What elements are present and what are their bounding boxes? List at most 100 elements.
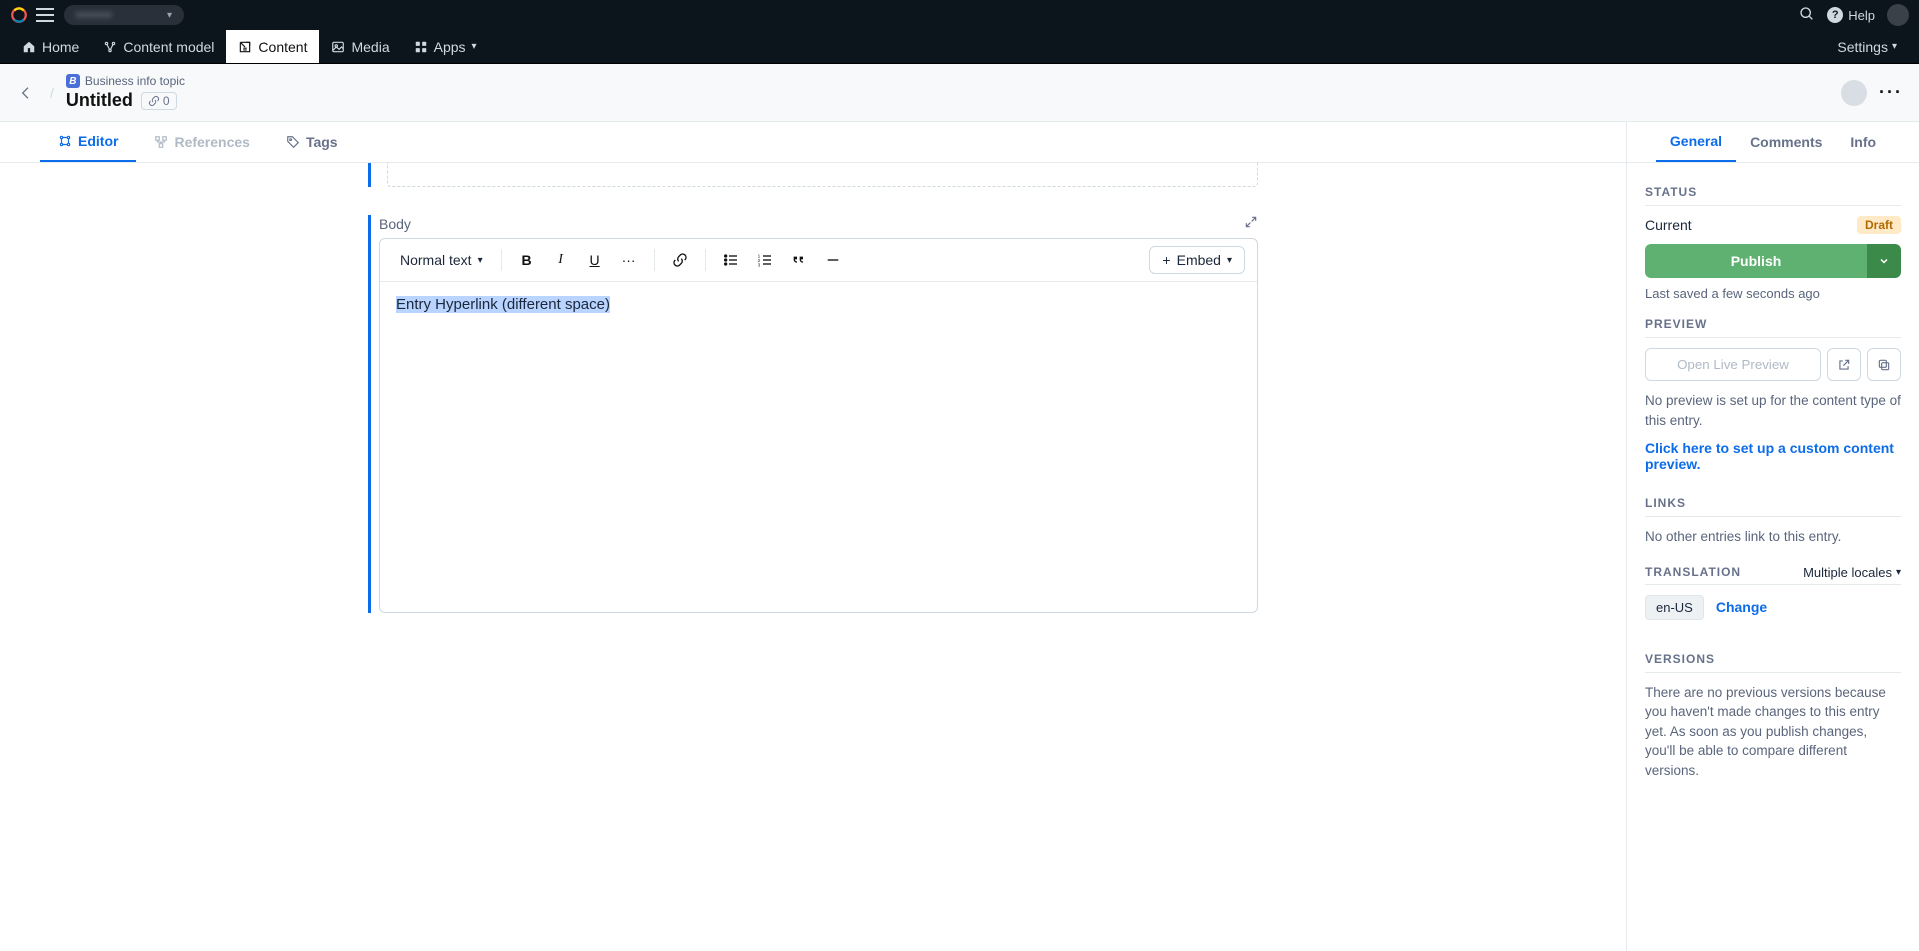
chevron-down-icon: ▾ (478, 255, 483, 266)
current-label: Current (1645, 217, 1692, 233)
link-count-badge[interactable]: 0 (141, 92, 177, 110)
tab-comments-label: Comments (1750, 134, 1822, 150)
chevron-down-icon: ▾ (1227, 255, 1232, 266)
underline-button[interactable]: U (580, 245, 610, 275)
sidebar-tabs: General Comments Info (1627, 122, 1919, 162)
hr-button[interactable] (818, 245, 848, 275)
tab-references: References (136, 122, 268, 162)
user-avatar[interactable] (1887, 4, 1909, 26)
nav-home[interactable]: Home (10, 30, 91, 63)
open-external-icon[interactable] (1827, 348, 1861, 381)
richtext-editor: Normal text ▾ B I U ··· (379, 238, 1258, 613)
tab-tags[interactable]: Tags (268, 122, 356, 162)
nav-content-label: Content (258, 39, 307, 55)
chevron-down-icon: ▾ (167, 10, 172, 21)
status-section-title: Status (1645, 185, 1901, 199)
publish-options-button[interactable] (1867, 244, 1901, 278)
entry-title: Untitled (66, 90, 133, 111)
tab-info[interactable]: Info (1836, 122, 1890, 162)
no-preview-text: No preview is set up for the content typ… (1645, 391, 1901, 430)
tab-comments[interactable]: Comments (1736, 122, 1836, 162)
change-locale-link[interactable]: Change (1716, 599, 1767, 615)
versions-section-title: Versions (1645, 652, 1901, 666)
presence-avatar[interactable] (1841, 80, 1867, 106)
tab-references-label: References (174, 134, 250, 150)
editor-tabs: Editor References Tags (0, 122, 1627, 162)
copy-url-icon[interactable] (1867, 348, 1901, 381)
tabs-row: Editor References Tags General Comments … (0, 122, 1919, 163)
more-actions-button[interactable]: ··· (1879, 82, 1903, 103)
locales-dropdown[interactable]: Multiple locales ▾ (1803, 565, 1901, 580)
back-button[interactable] (16, 83, 36, 103)
top-bar: ••••••• ▾ ? Help (0, 0, 1919, 30)
divider (1645, 672, 1901, 673)
versions-text: There are no previous versions because y… (1645, 683, 1901, 781)
richtext-body[interactable]: Entry Hyperlink (different space) (380, 282, 1257, 612)
primary-nav: Home Content model Content Media Apps ▾ … (0, 30, 1919, 64)
divider (1645, 516, 1901, 517)
svg-text:3: 3 (757, 263, 760, 268)
publish-button[interactable]: Publish (1645, 244, 1867, 278)
preview-section-title: Preview (1645, 317, 1901, 331)
tab-general[interactable]: General (1656, 122, 1736, 162)
divider (1645, 205, 1901, 206)
space-name: ••••••• (76, 8, 112, 22)
nav-settings[interactable]: Settings ▾ (1825, 30, 1909, 63)
nav-home-label: Home (42, 39, 79, 55)
body-field: Body Normal text ▾ B I U (368, 215, 1258, 613)
tab-editor[interactable]: Editor (40, 122, 136, 162)
dashed-dropzone[interactable] (387, 163, 1258, 187)
content-type-badge: B Business info topic (66, 74, 185, 88)
tab-editor-label: Editor (78, 133, 118, 149)
divider (1645, 337, 1901, 338)
app-logo-icon (10, 6, 28, 24)
ordered-list-button[interactable]: 123 (750, 245, 780, 275)
expand-field-icon[interactable] (1244, 215, 1258, 232)
blockquote-button[interactable] (784, 245, 814, 275)
format-label: Normal text (400, 252, 472, 268)
embed-button[interactable]: + Embed ▾ (1149, 246, 1245, 274)
link-button[interactable] (665, 245, 695, 275)
links-section-title: Links (1645, 496, 1901, 510)
previous-field-stub (368, 163, 1258, 187)
richtext-toolbar: Normal text ▾ B I U ··· (380, 239, 1257, 282)
more-formatting-button[interactable]: ··· (614, 245, 644, 275)
selected-text: Entry Hyperlink (different space) (396, 296, 610, 313)
tab-tags-label: Tags (306, 134, 338, 150)
help-icon: ? (1827, 7, 1843, 23)
bold-button[interactable]: B (512, 245, 542, 275)
breadcrumb-separator: / (50, 85, 54, 101)
nav-media-label: Media (351, 39, 389, 55)
tab-info-label: Info (1850, 134, 1876, 150)
nav-media[interactable]: Media (319, 30, 401, 63)
toolbar-separator (705, 249, 706, 271)
toolbar-separator (654, 249, 655, 271)
space-selector[interactable]: ••••••• ▾ (64, 5, 184, 25)
no-links-text: No other entries link to this entry. (1645, 527, 1901, 547)
setup-preview-link[interactable]: Click here to set up a custom content pr… (1645, 440, 1901, 472)
chevron-down-icon: ▾ (1892, 41, 1897, 52)
bullet-list-button[interactable] (716, 245, 746, 275)
entry-header: / B Business info topic Untitled 0 ··· (0, 64, 1919, 122)
plus-icon: + (1162, 252, 1170, 268)
status-badge: Draft (1857, 216, 1901, 234)
nav-content-model[interactable]: Content model (91, 30, 226, 63)
nav-content[interactable]: Content (226, 30, 319, 63)
last-saved-text: Last saved a few seconds ago (1645, 286, 1901, 301)
embed-label: Embed (1177, 252, 1221, 268)
italic-button[interactable]: I (546, 245, 576, 275)
nav-apps[interactable]: Apps ▾ (402, 30, 489, 63)
multiple-locales-label: Multiple locales (1803, 565, 1892, 580)
content-type-label: Business info topic (85, 74, 185, 88)
content-type-icon: B (66, 74, 80, 88)
toolbar-separator (501, 249, 502, 271)
open-preview-button: Open Live Preview (1645, 348, 1821, 381)
help-button[interactable]: ? Help (1827, 7, 1875, 23)
entry-sidebar: Status Current Draft Publish Last saved … (1627, 163, 1919, 951)
format-dropdown[interactable]: Normal text ▾ (392, 248, 491, 272)
search-icon[interactable] (1799, 6, 1815, 25)
locale-chip: en-US (1645, 595, 1704, 620)
menu-icon[interactable] (36, 8, 54, 22)
tab-general-label: General (1670, 133, 1722, 149)
nav-content-model-label: Content model (123, 39, 214, 55)
